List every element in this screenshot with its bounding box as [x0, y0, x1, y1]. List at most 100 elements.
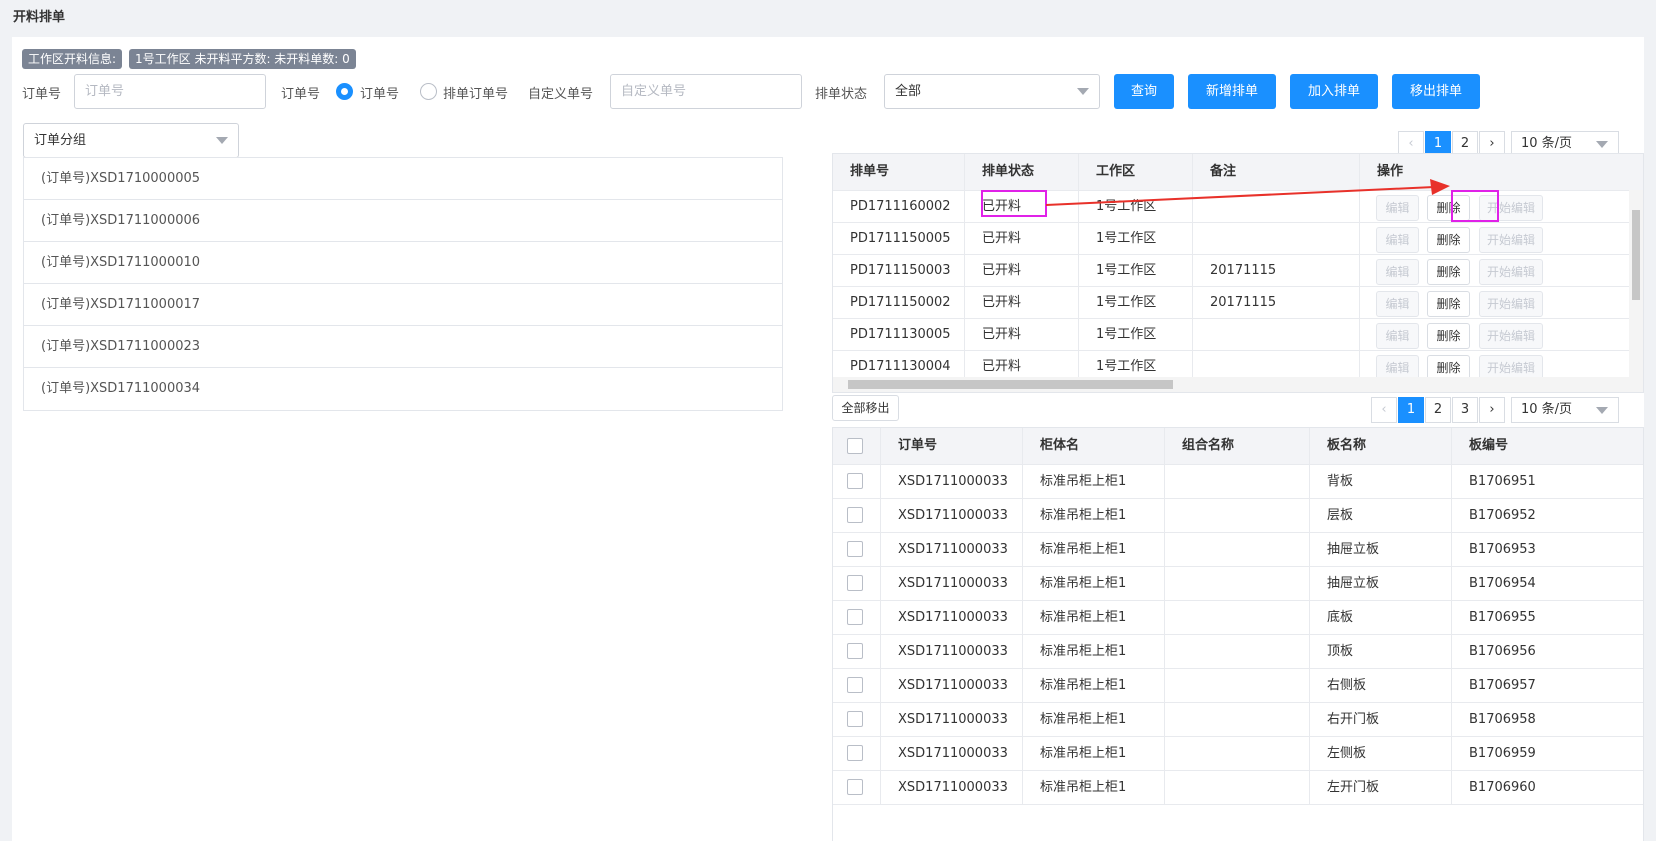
- schedule-id-cell: PD1711160002: [833, 191, 965, 222]
- board-board-cell: 左侧板: [1310, 737, 1452, 770]
- order-number-input[interactable]: [74, 74, 266, 109]
- select-all-checkbox[interactable]: [847, 438, 863, 454]
- table-row[interactable]: PD1711130005 已开料 1号工作区 编辑 删除 开始编辑: [833, 319, 1643, 351]
- order-group-select[interactable]: 订单分组: [23, 123, 239, 158]
- schedule-area-cell: 1号工作区: [1079, 319, 1193, 350]
- page-3-button[interactable]: 3: [1452, 397, 1478, 423]
- next-page-button[interactable]: ›: [1479, 397, 1505, 423]
- board-cabinet-cell: 标准吊柜上柜1: [1023, 465, 1165, 498]
- radio-order-number[interactable]: [336, 83, 353, 100]
- order-list-item[interactable]: (订单号)XSD1711000017: [24, 284, 782, 326]
- table-row[interactable]: XSD1711000033 标准吊柜上柜1 底板 B1706955: [833, 601, 1643, 635]
- table-row[interactable]: PD1711150003 已开料 1号工作区 20171115 编辑 删除 开始编辑: [833, 255, 1643, 287]
- row-checkbox[interactable]: [847, 473, 863, 489]
- table-row[interactable]: XSD1711000033 标准吊柜上柜1 抽屉立板 B1706953: [833, 533, 1643, 567]
- order-list-item[interactable]: (订单号)XSD1711000034: [24, 368, 782, 410]
- table-row[interactable]: XSD1711000033 标准吊柜上柜1 左开门板 B1706960: [833, 771, 1643, 805]
- chevron-down-icon: [1596, 407, 1608, 414]
- page-1-button[interactable]: 1: [1398, 397, 1424, 423]
- order-type-label: 订单号: [281, 87, 321, 102]
- radio-schedule-order-label[interactable]: 排单订单号: [443, 83, 508, 102]
- row-checkbox[interactable]: [847, 711, 863, 727]
- row-checkbox[interactable]: [847, 677, 863, 693]
- board-code-cell: B1706954: [1452, 567, 1643, 600]
- delete-button[interactable]: 删除: [1427, 291, 1470, 317]
- schedule-id-cell: PD1711150005: [833, 223, 965, 254]
- schedule-status-select[interactable]: 全部: [884, 74, 1100, 109]
- board-code-cell: B1706958: [1452, 703, 1643, 736]
- order-list-item[interactable]: (订单号)XSD1710000005: [24, 158, 782, 200]
- schedule-status-cell: 已开料: [965, 223, 1079, 254]
- start-edit-button[interactable]: 开始编辑: [1479, 323, 1543, 349]
- row-checkbox[interactable]: [847, 609, 863, 625]
- row-actions: 编辑 删除 开始编辑: [1360, 287, 1643, 318]
- page-2-button[interactable]: 2: [1425, 397, 1451, 423]
- order-list: (订单号)XSD1710000005 (订单号)XSD1711000006 (订单号…: [23, 157, 783, 411]
- row-checkbox[interactable]: [847, 779, 863, 795]
- table-row[interactable]: XSD1711000033 标准吊柜上柜1 背板 B1706951: [833, 465, 1643, 499]
- start-edit-button[interactable]: 开始编辑: [1479, 291, 1543, 317]
- edit-button[interactable]: 编辑: [1376, 227, 1419, 253]
- board-order-cell: XSD1711000033: [881, 499, 1023, 532]
- delete-button[interactable]: 删除: [1427, 323, 1470, 349]
- remove-from-schedule-button[interactable]: 移出排单: [1392, 74, 1480, 109]
- row-checkbox[interactable]: [847, 643, 863, 659]
- board-table-header: 订单号 柜体名 组合名称 板名称 板编号: [833, 428, 1643, 465]
- start-edit-button[interactable]: 开始编辑: [1479, 259, 1543, 285]
- table-row[interactable]: XSD1711000033 标准吊柜上柜1 抽屉立板 B1706954: [833, 567, 1643, 601]
- board-board-cell: 背板: [1310, 465, 1452, 498]
- delete-button[interactable]: 删除: [1427, 259, 1470, 285]
- custom-number-input[interactable]: [610, 74, 802, 109]
- column-header: 排单号: [833, 154, 965, 190]
- annotation-arrow-icon: [1045, 179, 1450, 206]
- radio-schedule-order[interactable]: [420, 83, 437, 100]
- table-row[interactable]: XSD1711000033 标准吊柜上柜1 右侧板 B1706957: [833, 669, 1643, 703]
- query-button[interactable]: 查询: [1114, 74, 1174, 109]
- radio-order-number-label[interactable]: 订单号: [360, 83, 399, 102]
- edit-button[interactable]: 编辑: [1376, 323, 1419, 349]
- remove-all-button[interactable]: 全部移出: [832, 395, 899, 421]
- table-row[interactable]: XSD1711000033 标准吊柜上柜1 层板 B1706952: [833, 499, 1643, 533]
- board-order-cell: XSD1711000033: [881, 465, 1023, 498]
- board-order-cell: XSD1711000033: [881, 703, 1023, 736]
- custom-number-label: 自定义单号: [528, 87, 594, 102]
- table-row[interactable]: PD1711150005 已开料 1号工作区 编辑 删除 开始编辑: [833, 223, 1643, 255]
- board-cabinet-cell: 标准吊柜上柜1: [1023, 703, 1165, 736]
- edit-button[interactable]: 编辑: [1376, 291, 1419, 317]
- board-cabinet-cell: 标准吊柜上柜1: [1023, 601, 1165, 634]
- start-edit-button[interactable]: 开始编辑: [1479, 227, 1543, 253]
- table-row[interactable]: XSD1711000033 标准吊柜上柜1 顶板 B1706956: [833, 635, 1643, 669]
- table-row[interactable]: PD1711150002 已开料 1号工作区 20171115 编辑 删除 开始编辑: [833, 287, 1643, 319]
- main-panel: 工作区开料信息: 1号工作区 未开料平方数: 未开料单数: 0 订单号 订单号 …: [12, 37, 1644, 841]
- vertical-scrollbar[interactable]: [1629, 190, 1643, 378]
- delete-button[interactable]: 删除: [1427, 227, 1470, 253]
- order-list-item[interactable]: (订单号)XSD1711000010: [24, 242, 782, 284]
- row-select-cell: [833, 703, 881, 736]
- order-number-label: 订单号: [22, 87, 62, 102]
- schedule-status-cell: 已开料: [965, 255, 1079, 286]
- order-list-item[interactable]: (订单号)XSD1711000023: [24, 326, 782, 368]
- edit-button[interactable]: 编辑: [1376, 259, 1419, 285]
- scrollbar-thumb[interactable]: [1632, 210, 1640, 300]
- add-to-schedule-button[interactable]: 加入排单: [1290, 74, 1378, 109]
- new-schedule-button[interactable]: 新增排单: [1188, 74, 1276, 109]
- table-row[interactable]: XSD1711000033 标准吊柜上柜1 右开门板 B1706958: [833, 703, 1643, 737]
- board-cabinet-cell: 标准吊柜上柜1: [1023, 533, 1165, 566]
- row-checkbox[interactable]: [847, 541, 863, 557]
- row-checkbox[interactable]: [847, 745, 863, 761]
- board-code-cell: B1706959: [1452, 737, 1643, 770]
- schedule-area-cell: 1号工作区: [1079, 223, 1193, 254]
- prev-page-button[interactable]: ‹: [1371, 397, 1397, 423]
- row-checkbox[interactable]: [847, 507, 863, 523]
- row-checkbox[interactable]: [847, 575, 863, 591]
- table-row[interactable]: XSD1711000033 标准吊柜上柜1 左侧板 B1706959: [833, 737, 1643, 771]
- order-list-item[interactable]: (订单号)XSD1711000006: [24, 200, 782, 242]
- row-select-cell: [833, 737, 881, 770]
- column-header: 板名称: [1310, 428, 1452, 464]
- scrollbar-thumb[interactable]: [848, 380, 1173, 389]
- board-cabinet-cell: 标准吊柜上柜1: [1023, 567, 1165, 600]
- horizontal-scrollbar[interactable]: [833, 377, 1643, 392]
- page-size-select[interactable]: 10 条/页: [1511, 397, 1619, 423]
- board-code-cell: B1706960: [1452, 771, 1643, 804]
- row-select-cell: [833, 669, 881, 702]
